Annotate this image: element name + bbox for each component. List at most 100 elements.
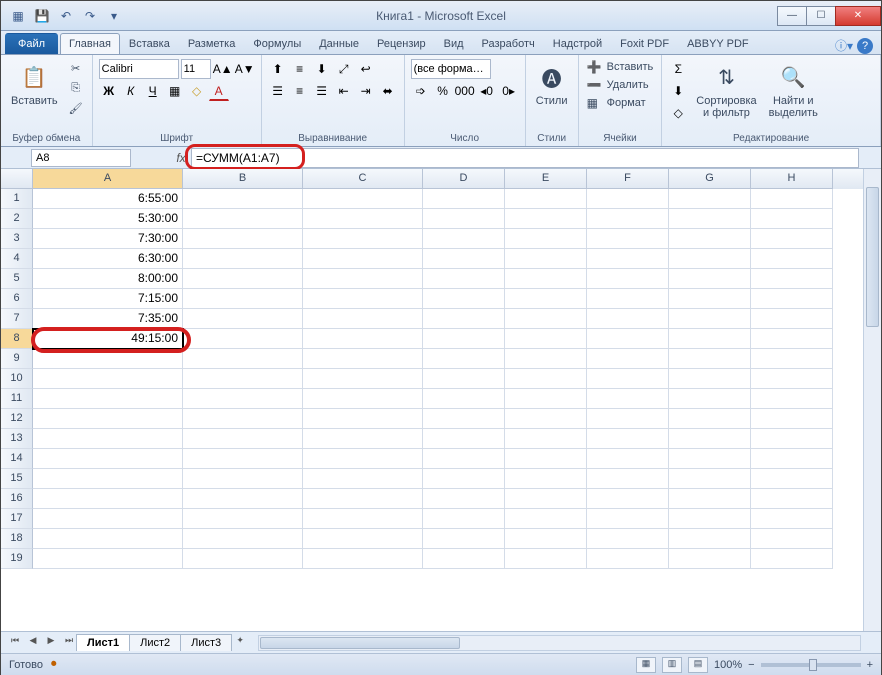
- tab-insert[interactable]: Вставка: [120, 33, 179, 54]
- merge-button[interactable]: ⬌: [378, 81, 398, 101]
- cell-C17[interactable]: [303, 509, 423, 529]
- cell-A16[interactable]: [33, 489, 183, 509]
- macro-record-icon[interactable]: ⏺: [51, 658, 57, 671]
- tab-next-button[interactable]: ▶: [43, 635, 59, 651]
- sheet-tab-3[interactable]: Лист3: [180, 634, 232, 651]
- cell-E11[interactable]: [505, 389, 587, 409]
- font-grow-button[interactable]: A▲: [213, 59, 233, 79]
- cell-E6[interactable]: [505, 289, 587, 309]
- cell-G1[interactable]: [669, 189, 751, 209]
- rowhead-17[interactable]: 17: [1, 509, 33, 529]
- cell-E18[interactable]: [505, 529, 587, 549]
- cell-H16[interactable]: [751, 489, 833, 509]
- tab-file[interactable]: Файл: [5, 33, 58, 54]
- tab-prev-button[interactable]: ◀: [25, 635, 41, 651]
- rowhead-4[interactable]: 4: [1, 249, 33, 269]
- sort-filter-button[interactable]: ⇅ Сортировка и фильтр: [692, 59, 760, 121]
- view-normal-button[interactable]: ▦: [636, 657, 656, 673]
- cell-D15[interactable]: [423, 469, 505, 489]
- cell-F3[interactable]: [587, 229, 669, 249]
- cell-G19[interactable]: [669, 549, 751, 569]
- align-right-button[interactable]: ☰: [312, 81, 332, 101]
- rowhead-10[interactable]: 10: [1, 369, 33, 389]
- cell-D17[interactable]: [423, 509, 505, 529]
- cell-C8[interactable]: [303, 329, 423, 349]
- cell-F19[interactable]: [587, 549, 669, 569]
- format-cells-button[interactable]: ▦Формат: [585, 95, 648, 111]
- select-all-corner[interactable]: [1, 169, 33, 189]
- colhead-E[interactable]: E: [505, 169, 587, 189]
- rowhead-1[interactable]: 1: [1, 189, 33, 209]
- colhead-F[interactable]: F: [587, 169, 669, 189]
- cell-A2[interactable]: 5:30:00: [33, 209, 183, 229]
- qat-dropdown-icon[interactable]: ▾: [103, 5, 125, 27]
- cell-F6[interactable]: [587, 289, 669, 309]
- cell-E17[interactable]: [505, 509, 587, 529]
- cell-G4[interactable]: [669, 249, 751, 269]
- cell-C18[interactable]: [303, 529, 423, 549]
- cell-A6[interactable]: 7:15:00: [33, 289, 183, 309]
- cell-G8[interactable]: [669, 329, 751, 349]
- tab-layout[interactable]: Разметка: [179, 33, 245, 54]
- cells-grid[interactable]: 6:55:005:30:007:30:006:30:008:00:007:15:…: [33, 189, 863, 631]
- horizontal-scrollbar[interactable]: [258, 635, 861, 651]
- cell-F13[interactable]: [587, 429, 669, 449]
- cell-F15[interactable]: [587, 469, 669, 489]
- qat-save[interactable]: 💾: [31, 5, 53, 27]
- styles-button[interactable]: 🅐 Стили: [532, 59, 572, 109]
- cell-H5[interactable]: [751, 269, 833, 289]
- qat-redo[interactable]: ↷: [79, 5, 101, 27]
- cell-C13[interactable]: [303, 429, 423, 449]
- cell-H13[interactable]: [751, 429, 833, 449]
- fx-icon[interactable]: fx: [171, 151, 191, 165]
- underline-button[interactable]: Ч: [143, 81, 163, 101]
- font-shrink-button[interactable]: A▼: [235, 59, 255, 79]
- cell-E10[interactable]: [505, 369, 587, 389]
- cell-H10[interactable]: [751, 369, 833, 389]
- rowhead-12[interactable]: 12: [1, 409, 33, 429]
- rowhead-2[interactable]: 2: [1, 209, 33, 229]
- cell-G12[interactable]: [669, 409, 751, 429]
- help-icon[interactable]: ?: [857, 38, 873, 54]
- cell-D12[interactable]: [423, 409, 505, 429]
- rowhead-14[interactable]: 14: [1, 449, 33, 469]
- cell-F16[interactable]: [587, 489, 669, 509]
- orientation-button[interactable]: ⤢: [334, 59, 354, 79]
- align-center-button[interactable]: ≡: [290, 81, 310, 101]
- cell-F7[interactable]: [587, 309, 669, 329]
- cell-A14[interactable]: [33, 449, 183, 469]
- cell-A18[interactable]: [33, 529, 183, 549]
- cell-E9[interactable]: [505, 349, 587, 369]
- cell-H4[interactable]: [751, 249, 833, 269]
- cell-A1[interactable]: 6:55:00: [33, 189, 183, 209]
- cell-E7[interactable]: [505, 309, 587, 329]
- colhead-D[interactable]: D: [423, 169, 505, 189]
- cell-C14[interactable]: [303, 449, 423, 469]
- font-size-select[interactable]: [181, 59, 211, 79]
- fill-button[interactable]: ⬇: [668, 81, 688, 101]
- cell-H1[interactable]: [751, 189, 833, 209]
- cell-G2[interactable]: [669, 209, 751, 229]
- cell-F9[interactable]: [587, 349, 669, 369]
- cell-H17[interactable]: [751, 509, 833, 529]
- cell-A10[interactable]: [33, 369, 183, 389]
- cell-C3[interactable]: [303, 229, 423, 249]
- painter-button[interactable]: 🖌: [66, 99, 86, 117]
- cell-E19[interactable]: [505, 549, 587, 569]
- cell-C2[interactable]: [303, 209, 423, 229]
- name-box[interactable]: [31, 149, 131, 167]
- cell-C15[interactable]: [303, 469, 423, 489]
- cell-B6[interactable]: [183, 289, 303, 309]
- sheet-tab-2[interactable]: Лист2: [129, 634, 181, 651]
- formula-input[interactable]: [191, 148, 859, 168]
- cell-G9[interactable]: [669, 349, 751, 369]
- colhead-B[interactable]: B: [183, 169, 303, 189]
- cell-D10[interactable]: [423, 369, 505, 389]
- tab-review[interactable]: Рецензир: [368, 33, 435, 54]
- cell-D6[interactable]: [423, 289, 505, 309]
- cell-G10[interactable]: [669, 369, 751, 389]
- cell-G15[interactable]: [669, 469, 751, 489]
- cell-H12[interactable]: [751, 409, 833, 429]
- align-top-button[interactable]: ⬆: [268, 59, 288, 79]
- cell-G6[interactable]: [669, 289, 751, 309]
